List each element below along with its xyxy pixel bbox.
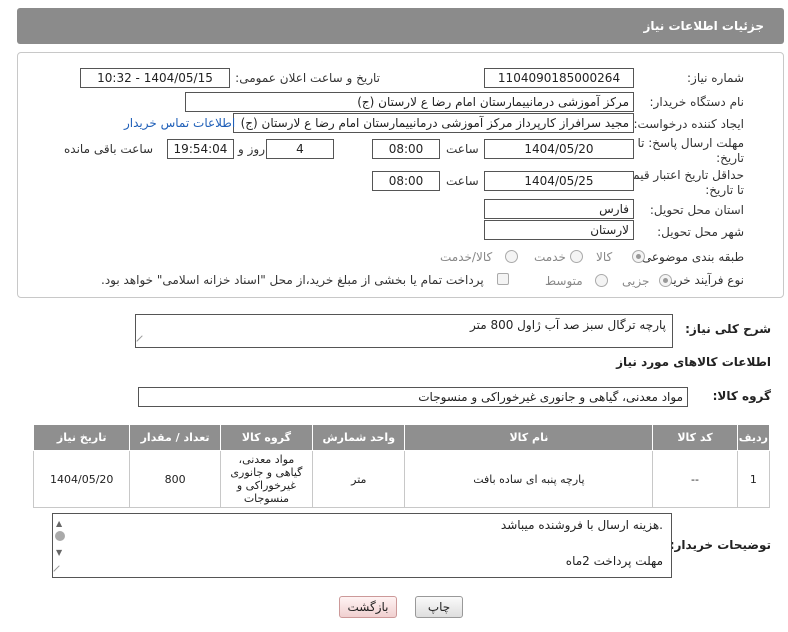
category-option-both: کالا/خدمت <box>440 250 493 264</box>
process-option-medium: متوسط <box>545 274 583 288</box>
goods-group-label: گروه کالا: <box>712 389 771 403</box>
province-label: استان محل تحویل: <box>649 203 744 217</box>
category-option-goods: کالا <box>596 250 613 264</box>
need-number-field[interactable]: 1104090185000264 <box>484 68 634 88</box>
requester-label: ایجاد کننده درخواست: <box>633 117 744 131</box>
remaining-label: ساعت باقی مانده <box>64 142 154 156</box>
description-label: شرح کلی نیاز: <box>685 322 771 336</box>
column-header-name: نام کالا <box>404 424 654 451</box>
print-button[interactable]: چاپ <box>415 596 463 618</box>
cell-date: 1404/05/20 <box>32 450 131 508</box>
column-header-quantity: تعداد / مقدار <box>129 424 221 451</box>
buyer-org-label: نام دستگاه خریدار: <box>649 95 745 109</box>
cell-row-number: 1 <box>736 450 771 508</box>
treasury-payment-note: پرداخت تمام یا بخشی از مبلغ خرید،از محل … <box>101 273 484 287</box>
goods-section-title: اطلاعات کالاهای مورد نیاز <box>616 355 771 369</box>
validity-date-field[interactable]: 1404/05/25 <box>484 171 634 191</box>
goods-table-header: ردیف کد کالا نام کالا واحد شمارش گروه کا… <box>32 424 771 451</box>
process-option-minor: جزیی <box>622 274 650 288</box>
table-row[interactable]: 1 -- پارچه پنبه ای ساده بافت متر مواد مع… <box>32 450 771 508</box>
announce-label: تاریخ و ساعت اعلان عمومی: <box>235 71 380 85</box>
cell-code: -- <box>652 450 738 508</box>
column-header-date: تاریخ نیاز <box>32 424 131 451</box>
back-button[interactable]: بازگشت <box>339 596 397 618</box>
cell-group: مواد معدنی، گیاهی و جانوری غیرخوراکی و م… <box>219 450 314 508</box>
cell-name: پارچه پنبه ای ساده بافت <box>404 450 654 508</box>
city-label: شهر محل تحویل: <box>657 225 744 239</box>
category-label: طبقه بندی موضوعی: <box>637 250 744 264</box>
category-option-service: خدمت <box>534 250 566 264</box>
city-field[interactable]: لارستان <box>484 220 634 240</box>
validity-time-field[interactable]: 08:00 <box>372 171 440 191</box>
scroll-up-icon[interactable]: ▲ <box>56 517 62 531</box>
column-header-row: ردیف <box>736 424 771 451</box>
description-textarea[interactable]: پارچه ترگال سبز صد آب ژاول 800 متر <box>135 314 673 348</box>
cell-unit: متر <box>312 450 406 508</box>
scroll-down-icon[interactable]: ▼ <box>56 546 62 560</box>
resize-grip-icon[interactable] <box>136 335 148 347</box>
buyer-notes-label: توضیحات خریدار: <box>669 538 771 552</box>
goods-table: ردیف کد کالا نام کالا واحد شمارش گروه کا… <box>32 424 771 508</box>
buyer-notes-textarea[interactable]: .هزینه ارسال با فروشنده میباشد مهلت پردا… <box>52 513 672 578</box>
buyer-contact-link[interactable]: اطلاعات تماس خریدار <box>124 116 235 130</box>
page-title-bar: جزئیات اطلاعات نیاز <box>17 8 784 44</box>
deadline-time-field[interactable]: 08:00 <box>372 139 440 159</box>
validity-time-label: ساعت <box>446 174 479 188</box>
remaining-time-field[interactable]: 19:54:04 <box>167 139 234 159</box>
province-field[interactable]: فارس <box>484 199 634 219</box>
goods-group-field[interactable]: مواد معدنی، گیاهی و جانوری غیرخوراکی و م… <box>138 387 688 407</box>
deadline-time-label: ساعت <box>446 142 479 156</box>
process-radio-minor[interactable] <box>659 274 672 287</box>
column-header-code: کد کالا <box>652 424 738 451</box>
days-label: روز و <box>238 142 265 156</box>
deadline-label: مهلت ارسال پاسخ: تا تاریخ: <box>637 136 744 165</box>
deadline-date-field[interactable]: 1404/05/20 <box>484 139 634 159</box>
cell-quantity: 800 <box>129 450 221 508</box>
need-number-label: شماره نیاز: <box>687 71 744 85</box>
buyer-org-field[interactable]: مرکز آموزشی درمانییمارستان امام رضا ع لا… <box>185 92 634 112</box>
description-text: پارچه ترگال سبز صد آب ژاول 800 متر <box>469 318 666 332</box>
scrollbar-thumb[interactable] <box>55 531 65 541</box>
requester-field[interactable]: مجید سرافراز کارپرداز مرکز آموزشی درمانی… <box>233 113 634 133</box>
process-radio-medium[interactable] <box>595 274 608 287</box>
column-header-group: گروه کالا <box>219 424 314 451</box>
announce-field[interactable]: 1404/05/15 - 10:32 <box>80 68 230 88</box>
days-field[interactable]: 4 <box>266 139 334 159</box>
treasury-payment-checkbox[interactable] <box>497 273 509 285</box>
category-radio-both[interactable] <box>505 250 518 263</box>
column-header-unit: واحد شمارش <box>312 424 406 451</box>
buyer-notes-line-2: مهلت پرداخت 2ماه <box>565 554 663 568</box>
page-title: جزئیات اطلاعات نیاز <box>643 19 764 33</box>
category-radio-service[interactable] <box>570 250 583 263</box>
category-radio-goods[interactable] <box>632 250 645 263</box>
buyer-notes-line-1: .هزینه ارسال با فروشنده میباشد <box>500 518 663 532</box>
